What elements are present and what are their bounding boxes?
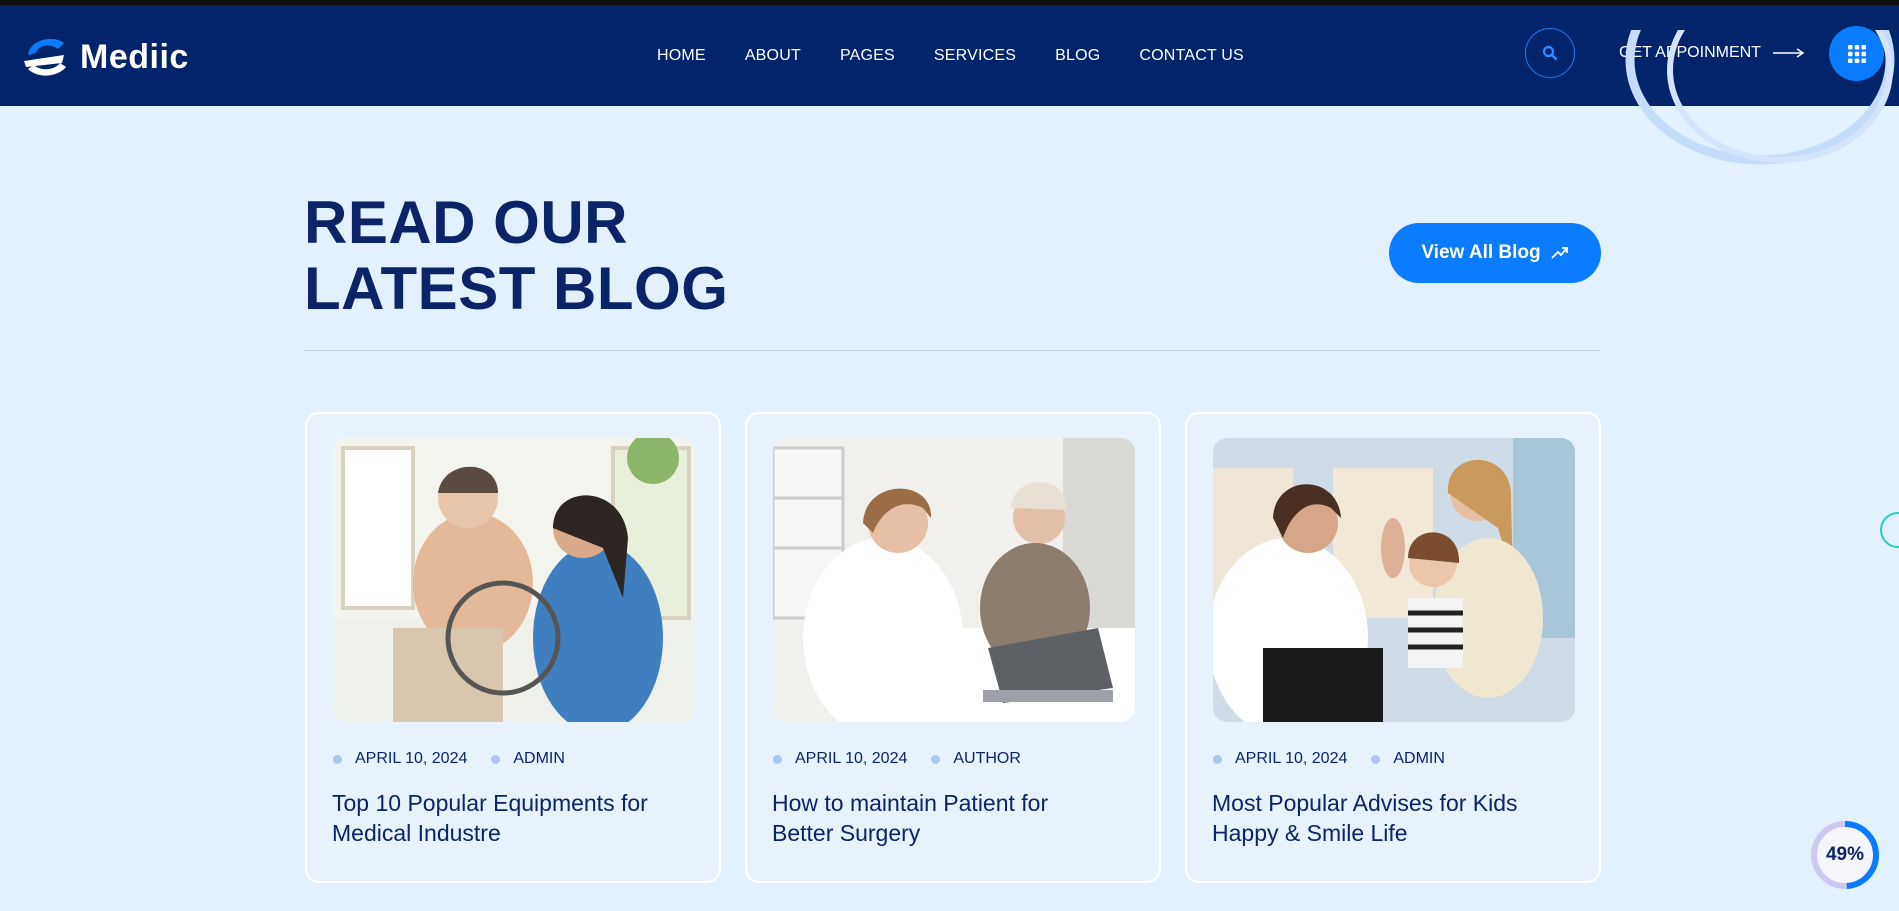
post-author[interactable]: AUTHOR [953, 750, 1021, 768]
section-divider [304, 350, 1601, 351]
bullet-dot [1213, 754, 1222, 764]
bullet-dot [1371, 754, 1381, 764]
post-date: APRIL 10, 2024 [1235, 750, 1348, 767]
section-title: READ OUR LATEST BLOG [304, 190, 728, 322]
title-line-1: READ OUR [304, 189, 629, 256]
post-author[interactable]: ADMIN [1393, 750, 1445, 768]
main-nav: HOME ABOUT PAGES SERVICES BLOG CONTACT U… [657, 47, 1283, 65]
nav-services[interactable]: SERVICES [934, 47, 1016, 65]
blog-image[interactable] [773, 438, 1135, 722]
blog-card[interactable]: APRIL 10, 2024 ADMIN Top 10 Popular Equi… [305, 412, 721, 883]
side-cursor-circle [1880, 512, 1899, 548]
blog-photo [1213, 438, 1575, 722]
logo-icon [24, 39, 66, 76]
post-meta: APRIL 10, 2024 ADMIN [1213, 750, 1445, 768]
search-button[interactable] [1525, 28, 1575, 78]
bullet-dot [931, 754, 941, 764]
logo[interactable]: Mediic [20, 33, 189, 81]
post-date: APRIL 10, 2024 [795, 750, 908, 767]
post-title[interactable]: Top 10 Popular Equipments for Medical In… [332, 788, 652, 848]
nav-blog[interactable]: BLOG [1055, 47, 1100, 65]
bullet-dot [333, 754, 342, 764]
blog-photo [773, 438, 1135, 722]
scroll-progress-label: 49% [1825, 844, 1865, 865]
blog-photo [333, 438, 695, 722]
post-author[interactable]: ADMIN [513, 750, 565, 768]
bullet-dot [773, 754, 782, 764]
nav-contact[interactable]: CONTACT US [1139, 47, 1244, 65]
decorative-rings [1625, 30, 1895, 165]
nav-pages[interactable]: PAGES [840, 47, 895, 65]
search-icon [1542, 45, 1558, 61]
nav-about[interactable]: ABOUT [745, 47, 801, 65]
blog-image[interactable] [1213, 438, 1575, 722]
post-meta: APRIL 10, 2024 AUTHOR [773, 750, 1021, 768]
bullet-dot [491, 754, 501, 764]
nav-home[interactable]: HOME [657, 47, 706, 65]
post-title[interactable]: Most Popular Advises for Kids Happy & Sm… [1212, 788, 1532, 848]
title-line-2: LATEST BLOG [304, 255, 729, 322]
post-date: APRIL 10, 2024 [355, 750, 468, 767]
arrow-up-right-icon [1551, 247, 1568, 259]
view-all-blog-button[interactable]: View All Blog [1389, 223, 1601, 283]
post-meta: APRIL 10, 2024 ADMIN [333, 750, 565, 768]
view-all-label: View All Blog [1421, 242, 1541, 263]
blog-card[interactable]: APRIL 10, 2024 AUTHOR How to maintain Pa… [745, 412, 1161, 883]
blog-card[interactable]: APRIL 10, 2024 ADMIN Most Popular Advise… [1185, 412, 1601, 883]
blog-image[interactable] [333, 438, 695, 722]
post-title[interactable]: How to maintain Patient for Better Surge… [772, 788, 1092, 848]
logo-text: Mediic [80, 37, 189, 76]
